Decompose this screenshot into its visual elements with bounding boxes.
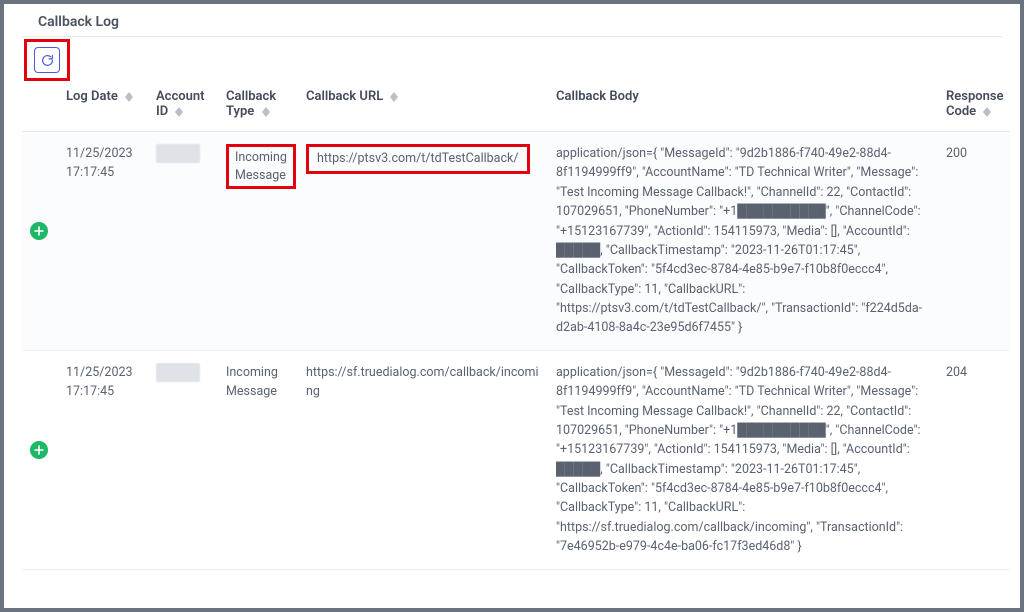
cell-callback-type: Incoming Message <box>218 350 298 569</box>
page-title: Callback Log <box>4 4 1020 36</box>
table-row: 11/25/2023 17:17:45 █████ Incoming Messa… <box>22 132 1010 351</box>
cell-callback-url: https://sf.truedialog.com/callback/incom… <box>298 350 548 569</box>
sort-icon[interactable] <box>983 107 991 117</box>
col-log-date-header[interactable]: Log Date <box>58 79 148 132</box>
col-callback-url-header[interactable]: Callback URL <box>298 79 548 132</box>
expand-row-button[interactable] <box>30 222 48 240</box>
annotation-highlight: Incoming Message <box>226 144 296 189</box>
cell-callback-body: application/json={ "MessageId": "9d2b188… <box>548 350 938 569</box>
sort-icon[interactable] <box>390 92 398 102</box>
sort-icon[interactable] <box>125 92 133 102</box>
expand-row-button[interactable] <box>30 441 48 459</box>
cell-account-id: █████ <box>148 350 218 569</box>
plus-icon <box>34 226 44 236</box>
cell-callback-type: Incoming Message <box>218 132 298 351</box>
col-account-id-header[interactable]: Account ID <box>148 79 218 132</box>
table-header-row: Log Date Account ID <box>22 79 1010 132</box>
refresh-button[interactable] <box>34 47 60 73</box>
cell-log-date: 11/25/2023 17:17:45 <box>58 350 148 569</box>
cell-account-id: █████ <box>148 132 218 351</box>
cell-response-code: 204 <box>938 350 1010 569</box>
cell-callback-url: https://ptsv3.com/t/tdTestCallback/ <box>298 132 548 351</box>
col-callback-body-header: Callback Body <box>548 79 938 132</box>
content-area: Log Date Account ID <box>22 36 1002 570</box>
annotation-highlight: https://ptsv3.com/t/tdTestCallback/ <box>306 144 530 174</box>
callback-log-table: Log Date Account ID <box>22 79 1010 570</box>
col-callback-type-header[interactable]: Callback Type <box>218 79 298 132</box>
col-response-code-header[interactable]: Response Code <box>938 79 1010 132</box>
table-row: 11/25/2023 17:17:45 █████ Incoming Messa… <box>22 350 1010 569</box>
cell-log-date: 11/25/2023 17:17:45 <box>58 132 148 351</box>
col-expand-header <box>22 79 58 132</box>
refresh-icon <box>41 54 54 67</box>
cell-response-code: 200 <box>938 132 1010 351</box>
cell-callback-body: application/json={ "MessageId": "9d2b188… <box>548 132 938 351</box>
toolbar <box>22 37 1002 79</box>
sort-icon[interactable] <box>262 107 270 117</box>
callback-log-window: Callback Log Log Date <box>4 4 1020 608</box>
sort-icon[interactable] <box>175 107 183 117</box>
plus-icon <box>34 445 44 455</box>
